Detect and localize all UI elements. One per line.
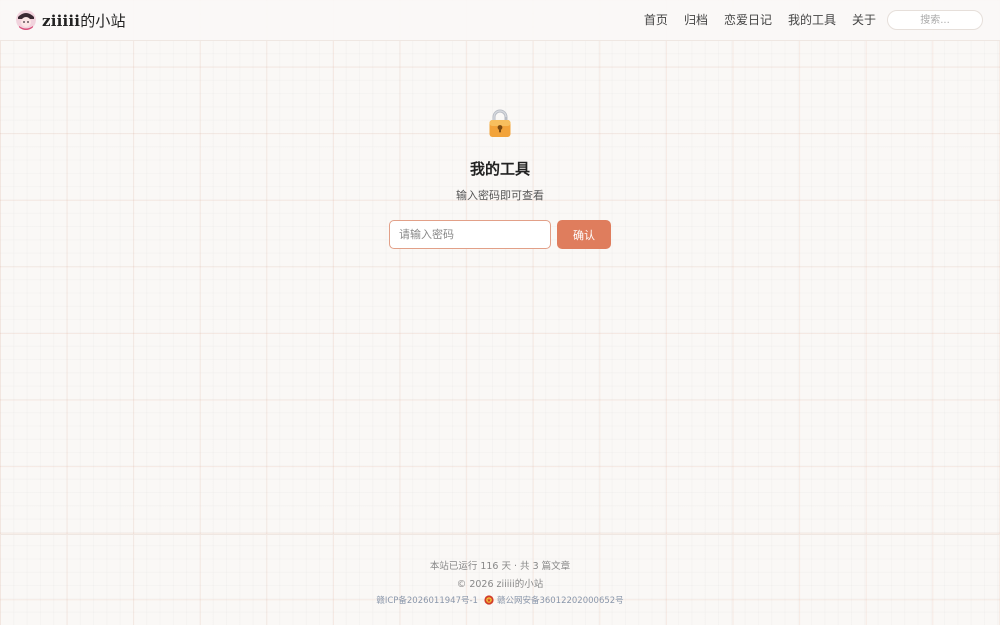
site-stats: 本站已运行 116 天 · 共 3 篇文章 xyxy=(429,561,571,572)
police-badge-icon xyxy=(484,595,494,605)
nav-my-tools[interactable]: 我的工具 xyxy=(788,12,836,28)
icp-link[interactable]: 赣ICP备2026011947号-1 xyxy=(376,594,478,606)
search-input[interactable] xyxy=(887,10,983,30)
site-title: ziiiii的小站 xyxy=(42,11,126,30)
main-nav: 首页 归档 恋爱日记 我的工具 关于 xyxy=(628,12,876,28)
nav-love-diary[interactable]: 恋爱日记 xyxy=(724,12,772,28)
lock-icon xyxy=(488,108,512,138)
password-input[interactable] xyxy=(389,220,551,249)
nav-home[interactable]: 首页 xyxy=(644,12,668,28)
avatar xyxy=(16,10,36,30)
page-title: 我的工具 xyxy=(469,160,530,178)
confirm-button[interactable]: 确认 xyxy=(557,220,611,249)
police-filing-link[interactable]: 赣公网安备36012202000652号 xyxy=(497,594,624,606)
nav-archive[interactable]: 归档 xyxy=(684,12,708,28)
page-subtitle: 输入密码即可查看 xyxy=(456,189,544,202)
site-footer: 本站已运行 116 天 · 共 3 篇文章 © 2026 ziiiii的小站 赣… xyxy=(0,534,1000,625)
nav-about[interactable]: 关于 xyxy=(852,12,876,28)
site-brand[interactable]: ziiiii的小站 xyxy=(16,9,126,31)
filing-links: 赣ICP备2026011947号-1 赣公网安备36012202000652号 xyxy=(0,594,1000,606)
top-header: ziiiii的小站 首页 归档 恋爱日记 我的工具 关于 xyxy=(0,0,1000,41)
copyright: © 2026 ziiiii的小站 xyxy=(456,579,544,590)
